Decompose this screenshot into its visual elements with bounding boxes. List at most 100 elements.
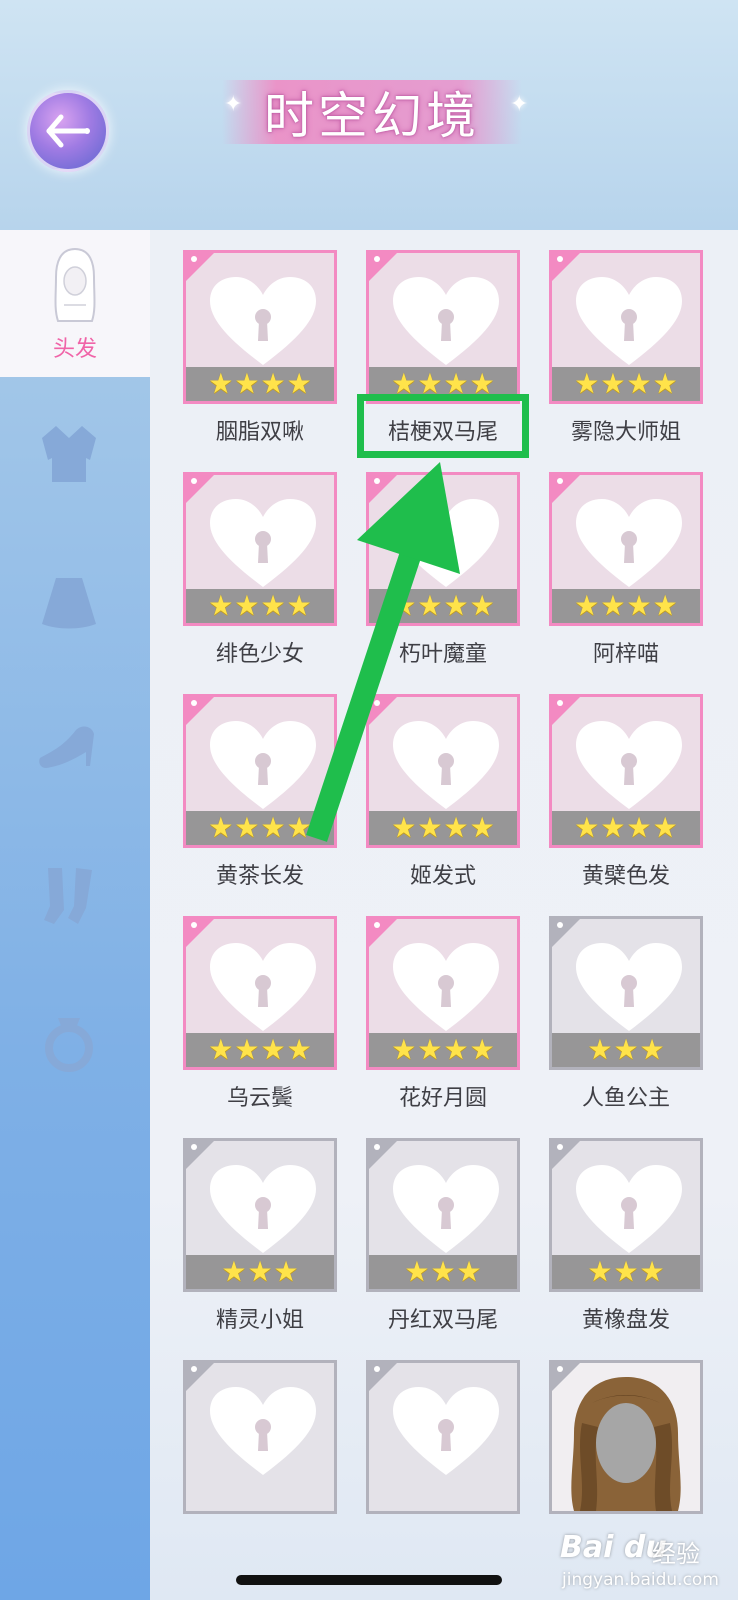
tab-hair[interactable]: 头发 [0, 230, 150, 377]
header: 时空幻境 ✦ ✦ [0, 0, 738, 230]
locked-heart-icon [391, 275, 501, 367]
star-rating: ★ ★ ★ [186, 1255, 334, 1289]
locked-heart-icon [208, 497, 318, 589]
item-card[interactable]: ★ ★ ★ ★ 花好月圆 [366, 916, 520, 1112]
item-thumbnail[interactable]: ★ ★ ★ ★ [549, 694, 703, 848]
item-card[interactable]: ★ ★ ★ 人鱼公主 [549, 916, 703, 1112]
item-card[interactable]: ★ ★ ★ 精灵小姐 [183, 1138, 337, 1334]
star-icon: ★ [417, 811, 443, 844]
item-thumbnail[interactable]: ★ ★ ★ ★ [366, 916, 520, 1070]
category-top[interactable] [36, 420, 102, 486]
item-card[interactable]: ★ ★ ★ ★ 阿梓喵 [549, 472, 703, 668]
item-thumbnail[interactable]: ★ ★ ★ [549, 1138, 703, 1292]
item-card[interactable]: ★ ★ ★ 黄橡盘发 [549, 1138, 703, 1334]
corner-dot [191, 478, 197, 484]
item-card[interactable] [366, 1360, 520, 1514]
star-rating: ★ ★ ★ ★ [552, 367, 700, 401]
category-socks[interactable] [36, 862, 102, 928]
corner-dot [374, 256, 380, 262]
item-name: 乌云鬓 [226, 1086, 293, 1111]
item-thumbnail[interactable]: ★ ★ ★ ★ [183, 472, 337, 626]
item-thumbnail[interactable]: ★ ★ ★ ★ [183, 694, 337, 848]
category-skirt[interactable] [36, 568, 102, 634]
item-thumbnail[interactable]: ★ ★ ★ [366, 1138, 520, 1292]
sparkle-icon: ✦ [510, 92, 529, 117]
rarity-corner [552, 1141, 581, 1170]
item-card[interactable]: ★ ★ ★ ★ 乌云鬓 [183, 916, 337, 1112]
rarity-corner [552, 1363, 581, 1392]
item-thumbnail[interactable] [366, 1360, 520, 1514]
corner-dot [191, 700, 197, 706]
item-thumbnail[interactable]: ★ ★ ★ ★ [183, 916, 337, 1070]
locked-heart-icon [391, 1163, 501, 1255]
item-card[interactable]: ★ ★ ★ ★ 雾隐大师姐 [549, 250, 703, 446]
locked-heart-icon [574, 497, 684, 589]
star-icon: ★ [260, 367, 286, 400]
star-icon: ★ [208, 367, 234, 400]
category-ring[interactable] [36, 1010, 102, 1076]
star-icon: ★ [234, 589, 260, 622]
shoes-icon [39, 726, 94, 768]
item-thumbnail[interactable] [549, 1360, 703, 1514]
corner-dot [374, 1144, 380, 1150]
item-card[interactable]: ★ ★ ★ ★ 姬发式 [366, 694, 520, 890]
top-clothing-icon [42, 426, 96, 482]
item-thumbnail[interactable]: ★ ★ ★ [549, 916, 703, 1070]
highlight-box [357, 394, 529, 458]
locked-heart-icon [391, 497, 501, 589]
item-name: 花好月圆 [398, 1086, 487, 1111]
rarity-corner [552, 253, 581, 282]
watermark-text: 经验 [652, 1540, 700, 1568]
star-rating: ★ ★ ★ [552, 1255, 700, 1289]
item-card[interactable] [549, 1360, 703, 1514]
star-icon: ★ [417, 589, 443, 622]
item-card[interactable]: ★ ★ ★ ★ 绯色少女 [183, 472, 337, 668]
corner-dot [191, 256, 197, 262]
item-thumbnail[interactable]: ★ ★ ★ ★ [366, 694, 520, 848]
back-button[interactable] [27, 90, 109, 172]
item-thumbnail[interactable]: ★ ★ ★ ★ [549, 472, 703, 626]
locked-heart-icon [574, 941, 684, 1033]
corner-dot [557, 700, 563, 706]
star-icon: ★ [600, 811, 626, 844]
item-card[interactable]: ★ ★ ★ ★ 胭脂双啾 [183, 250, 337, 446]
corner-dot [191, 1144, 197, 1150]
star-icon: ★ [652, 589, 678, 622]
item-thumbnail[interactable]: ★ ★ ★ ★ [183, 250, 337, 404]
corner-dot [191, 922, 197, 928]
item-name: 绯色少女 [215, 642, 304, 667]
star-icon: ★ [234, 1033, 260, 1066]
star-icon: ★ [639, 1255, 665, 1288]
star-icon: ★ [286, 589, 312, 622]
item-thumbnail[interactable]: ★ ★ ★ [183, 1138, 337, 1292]
rarity-corner [369, 1141, 398, 1170]
item-card[interactable]: ★ ★ ★ ★ 朽叶魔童 [366, 472, 520, 668]
star-icon: ★ [600, 589, 626, 622]
back-arrow-icon [46, 114, 90, 148]
item-thumbnail[interactable]: ★ ★ ★ ★ [366, 472, 520, 626]
category-shoes[interactable] [36, 712, 102, 778]
title-banner: 时空幻境 [222, 80, 522, 145]
item-name: 阿梓喵 [592, 642, 659, 667]
ring-icon [45, 1018, 93, 1072]
star-icon: ★ [639, 1033, 665, 1066]
star-rating: ★ ★ ★ ★ [186, 589, 334, 623]
sparkle-icon: ✦ [224, 92, 243, 117]
item-thumbnail[interactable]: ★ ★ ★ ★ [366, 250, 520, 404]
item-card[interactable]: ★ ★ ★ ★ 黄茶长发 [183, 694, 337, 890]
item-card[interactable] [183, 1360, 337, 1514]
item-thumbnail[interactable]: ★ ★ ★ ★ [549, 250, 703, 404]
corner-dot [557, 1366, 563, 1372]
corner-dot [557, 922, 563, 928]
star-icon: ★ [430, 1255, 456, 1288]
star-rating: ★ ★ ★ ★ [552, 589, 700, 623]
corner-dot [191, 1366, 197, 1372]
item-card[interactable]: ★ ★ ★ 丹红双马尾 [366, 1138, 520, 1334]
item-name: 黄橡盘发 [581, 1308, 670, 1333]
rarity-corner [186, 697, 215, 726]
star-rating: ★ ★ ★ ★ [552, 811, 700, 845]
item-card[interactable]: ★ ★ ★ ★ 黄檗色发 [549, 694, 703, 890]
star-icon: ★ [260, 589, 286, 622]
star-icon: ★ [469, 589, 495, 622]
item-thumbnail[interactable] [183, 1360, 337, 1514]
